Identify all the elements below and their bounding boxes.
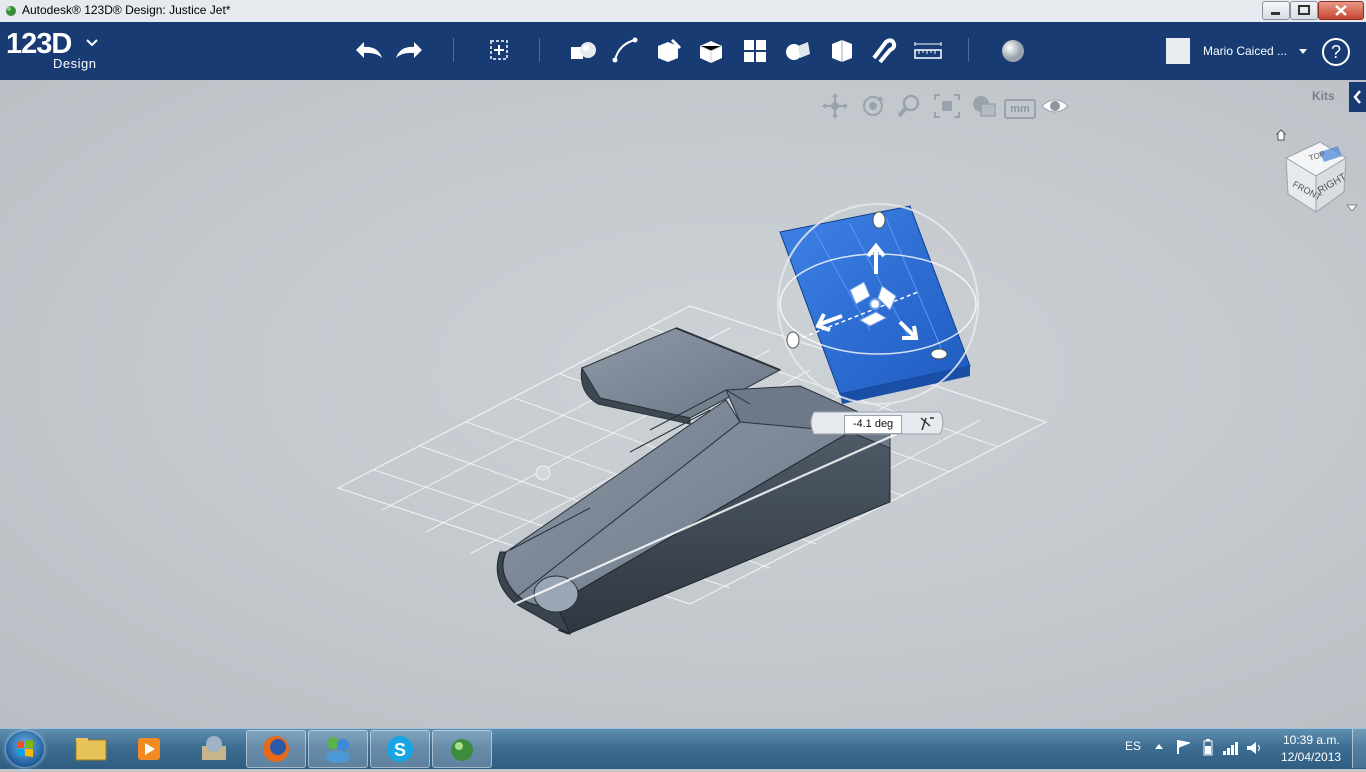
home-icon[interactable] (1275, 129, 1287, 141)
taskbar-messenger[interactable] (308, 730, 368, 768)
close-button[interactable] (1318, 1, 1364, 20)
app-icon (6, 6, 16, 16)
taskbar-explorer[interactable] (62, 730, 120, 766)
start-button[interactable] (6, 731, 44, 767)
user-name[interactable]: Mario Caiced ... (1203, 44, 1287, 58)
redo-icon[interactable] (394, 38, 426, 62)
svg-text:S: S (394, 740, 406, 760)
chevron-down-icon[interactable] (86, 38, 98, 48)
kits-label[interactable]: Kits (1312, 89, 1335, 103)
zoom-icon[interactable] (895, 92, 925, 120)
transform-icon[interactable] (487, 38, 513, 64)
app-icon (202, 736, 226, 760)
material-icon[interactable] (1000, 38, 1026, 64)
taskbar-123d[interactable] (432, 730, 492, 768)
volume-icon[interactable] (1246, 740, 1264, 756)
taskbar-media-player[interactable] (120, 730, 178, 766)
viewcube[interactable]: TOP FRONT RIGHT (1272, 128, 1366, 220)
windows-logo-icon (17, 740, 33, 757)
rotation-angle-input[interactable]: -4.1 deg (844, 415, 902, 434)
taskbar-firefox[interactable] (246, 730, 306, 768)
help-button[interactable]: ? (1322, 38, 1350, 66)
combine-icon[interactable] (828, 36, 856, 64)
taskbar-app[interactable] (184, 730, 242, 766)
taskbar-skype[interactable]: S (370, 730, 430, 768)
orbit-icon[interactable] (858, 92, 888, 120)
grouping-icon[interactable] (784, 38, 812, 64)
show-desktop-button[interactable] (1352, 729, 1366, 768)
viewcube-menu-icon[interactable] (1345, 204, 1359, 212)
caret-down-icon[interactable] (1298, 48, 1308, 56)
network-icon[interactable] (1222, 740, 1240, 756)
action-center-icon[interactable] (1176, 739, 1190, 755)
skype-icon: S (387, 736, 413, 762)
kits-panel-toggle[interactable] (1349, 82, 1366, 112)
language-indicator[interactable]: ES (1125, 739, 1141, 753)
maximize-button[interactable] (1290, 1, 1318, 20)
visual-style-icon[interactable] (969, 92, 999, 120)
measure-icon[interactable] (913, 40, 943, 62)
app-logo-subtitle: Design (53, 56, 97, 71)
modify-icon[interactable] (697, 38, 725, 64)
media-player-icon (138, 738, 160, 760)
clock-date[interactable]: 12/04/2013 (1281, 750, 1341, 764)
firefox-icon (263, 736, 289, 762)
sketch-icon[interactable] (611, 36, 641, 64)
explorer-icon (75, 738, 107, 761)
avatar[interactable] (1166, 38, 1190, 64)
visibility-icon[interactable] (1040, 94, 1070, 118)
fit-icon[interactable] (932, 92, 962, 120)
123d-icon (451, 739, 473, 761)
window-title: Autodesk® 123D® Design: Justice Jet* (22, 3, 231, 17)
pan-icon[interactable] (820, 92, 850, 120)
snap-icon[interactable] (870, 36, 898, 64)
construct-icon[interactable] (654, 36, 684, 64)
battery-icon[interactable] (1202, 738, 1214, 756)
3d-scene[interactable] (330, 190, 1060, 660)
pattern-icon[interactable] (742, 38, 768, 64)
units-button[interactable]: mm (1004, 99, 1036, 119)
undo-icon[interactable] (352, 38, 384, 62)
clock-time[interactable]: 10:39 a.m. (1283, 733, 1340, 747)
show-hidden-icons-icon[interactable] (1154, 742, 1164, 750)
minimize-button[interactable] (1262, 1, 1290, 20)
messenger-icon (326, 737, 350, 763)
primitives-icon[interactable] (568, 38, 598, 64)
window-titlebar: Autodesk® 123D® Design: Justice Jet* (0, 0, 1366, 23)
